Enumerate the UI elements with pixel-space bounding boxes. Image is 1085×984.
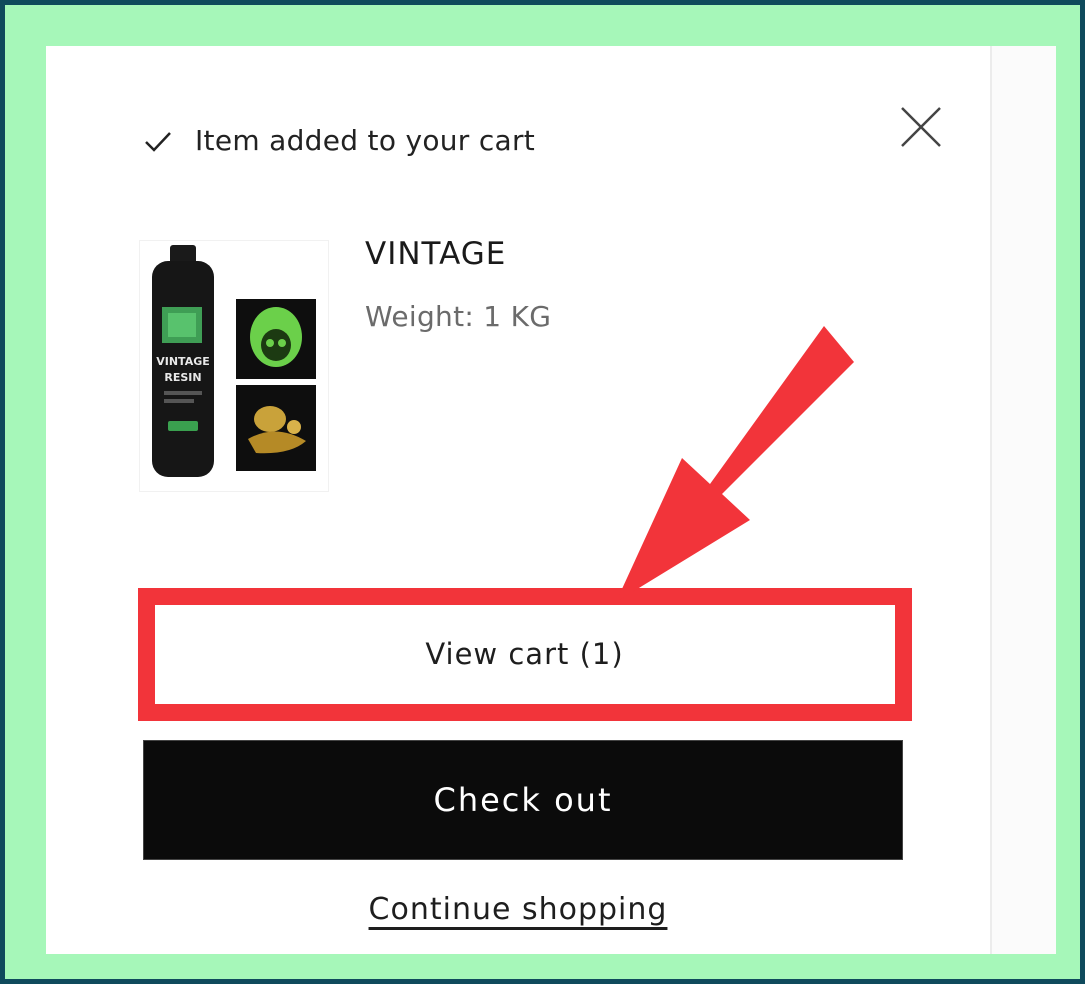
close-icon — [901, 107, 941, 147]
product-name: VINTAGE — [365, 236, 507, 272]
view-cart-button[interactable]: View cart (1) — [157, 607, 892, 701]
product-image: VINTAGE RESIN — [139, 240, 329, 492]
close-button[interactable] — [898, 104, 944, 150]
added-text: Item added to your cart — [195, 124, 536, 157]
added-confirmation: Item added to your cart — [143, 124, 535, 157]
bottle-label-line2: RESIN — [164, 371, 201, 384]
screenshot-frame: Item added to your cart VINTAGE RESIN VI… — [5, 5, 1080, 979]
checkout-button[interactable]: Check out — [143, 740, 903, 860]
bottle-label-line1: VINTAGE — [156, 355, 210, 368]
cart-notification: Item added to your cart VINTAGE RESIN VI… — [46, 46, 992, 954]
cart-notification-panel: Item added to your cart VINTAGE RESIN VI… — [46, 46, 1056, 954]
product-weight: Weight: 1 KG — [365, 300, 552, 333]
continue-shopping-link[interactable]: Continue shopping — [46, 892, 990, 927]
check-icon — [145, 131, 171, 152]
